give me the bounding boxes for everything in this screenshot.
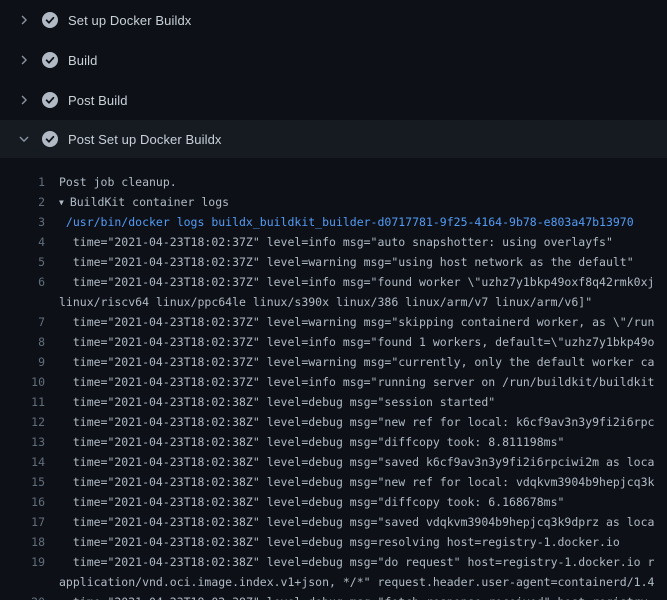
line-number: 15 <box>0 472 45 492</box>
log-line: 20 time="2021-04-23T18:02:38Z" level=deb… <box>0 592 667 600</box>
log-line: 10 time="2021-04-23T18:02:37Z" level=inf… <box>0 372 667 392</box>
check-circle-icon <box>42 131 58 147</box>
step-row-set-up-docker-buildx[interactable]: Set up Docker Buildx <box>0 0 667 40</box>
log-text: time="2021-04-23T18:02:38Z" level=debug … <box>59 552 654 572</box>
log-line: 4 time="2021-04-23T18:02:37Z" level=info… <box>0 232 667 252</box>
chevron-down-icon[interactable] <box>16 131 32 147</box>
log-area: 1 Post job cleanup. 2 ▼BuildKit container l… <box>0 158 667 600</box>
line-number: 17 <box>0 512 45 532</box>
step-label: Set up Docker Buildx <box>68 13 191 28</box>
log-text: linux/riscv64 linux/ppc64le linux/s390x … <box>59 292 592 312</box>
check-circle-icon <box>42 12 58 28</box>
step-label: Build <box>68 53 97 68</box>
group-toggle-icon[interactable]: ▼ <box>59 193 64 212</box>
step-row-post-set-up-docker-buildx[interactable]: Post Set up Docker Buildx <box>0 120 667 158</box>
log-text: time="2021-04-23T18:02:38Z" level=debug … <box>59 532 620 552</box>
log-line: 19 time="2021-04-23T18:02:38Z" level=deb… <box>0 552 667 572</box>
step-label: Post Build <box>68 93 128 108</box>
step-row-build[interactable]: Build <box>0 40 667 80</box>
log-text: application/vnd.oci.image.index.v1+json,… <box>59 572 654 592</box>
log-text: ▼BuildKit container logs <box>59 192 229 212</box>
line-number <box>0 572 45 592</box>
line-number: 9 <box>0 352 45 372</box>
log-line: 1 Post job cleanup. <box>0 172 667 192</box>
log-line: 8 time="2021-04-23T18:02:37Z" level=info… <box>0 332 667 352</box>
chevron-right-icon[interactable] <box>16 52 32 68</box>
log-text: time="2021-04-23T18:02:38Z" level=debug … <box>59 452 654 472</box>
check-circle-icon <box>42 52 58 68</box>
line-number: 20 <box>0 592 45 600</box>
log-line: 17 time="2021-04-23T18:02:38Z" level=deb… <box>0 512 667 532</box>
log-line: 18 time="2021-04-23T18:02:38Z" level=deb… <box>0 532 667 552</box>
log-text: time="2021-04-23T18:02:37Z" level=warnin… <box>59 252 634 272</box>
line-number: 19 <box>0 552 45 572</box>
log-text: time="2021-04-23T18:02:38Z" level=debug … <box>59 472 654 492</box>
log-line: 7 time="2021-04-23T18:02:37Z" level=warn… <box>0 312 667 332</box>
chevron-right-icon[interactable] <box>16 12 32 28</box>
log-text: time="2021-04-23T18:02:38Z" level=debug … <box>59 492 564 512</box>
log-line: 16 time="2021-04-23T18:02:38Z" level=deb… <box>0 492 667 512</box>
line-number: 16 <box>0 492 45 512</box>
log-line: 14 time="2021-04-23T18:02:38Z" level=deb… <box>0 452 667 472</box>
workflow-log-panel: Set up Docker Buildx Build Post Build Post … <box>0 0 667 600</box>
line-number: 10 <box>0 372 45 392</box>
log-text: time="2021-04-23T18:02:38Z" level=debug … <box>59 592 648 600</box>
log-line: application/vnd.oci.image.index.v1+json,… <box>0 572 667 592</box>
line-number: 7 <box>0 312 45 332</box>
step-row-post-build[interactable]: Post Build <box>0 80 667 120</box>
log-text: time="2021-04-23T18:02:38Z" level=debug … <box>59 412 654 432</box>
line-number: 14 <box>0 452 45 472</box>
log-text: time="2021-04-23T18:02:38Z" level=debug … <box>59 392 495 412</box>
log-line: linux/riscv64 linux/ppc64le linux/s390x … <box>0 292 667 312</box>
log-line: 11 time="2021-04-23T18:02:38Z" level=deb… <box>0 392 667 412</box>
log-line: 9 time="2021-04-23T18:02:37Z" level=warn… <box>0 352 667 372</box>
line-number: 5 <box>0 252 45 272</box>
step-label: Post Set up Docker Buildx <box>68 132 222 147</box>
log-line: 6 time="2021-04-23T18:02:37Z" level=info… <box>0 272 667 292</box>
line-number <box>0 292 45 312</box>
line-number: 3 <box>0 212 45 232</box>
log-text: time="2021-04-23T18:02:37Z" level=warnin… <box>59 352 654 372</box>
log-text: time="2021-04-23T18:02:38Z" level=debug … <box>59 512 654 532</box>
line-number: 2 <box>0 192 45 212</box>
log-text: Post job cleanup. <box>59 172 177 192</box>
check-circle-icon <box>42 92 58 108</box>
line-number: 18 <box>0 532 45 552</box>
log-text: time="2021-04-23T18:02:37Z" level=info m… <box>59 372 654 392</box>
log-line-group[interactable]: 2 ▼BuildKit container logs <box>0 192 667 212</box>
line-number: 13 <box>0 432 45 452</box>
log-text: /usr/bin/docker logs buildx_buildkit_bui… <box>59 212 634 232</box>
line-number: 11 <box>0 392 45 412</box>
log-line-command: 3 /usr/bin/docker logs buildx_buildkit_b… <box>0 212 667 232</box>
log-text: time="2021-04-23T18:02:37Z" level=info m… <box>59 332 654 352</box>
line-number: 1 <box>0 172 45 192</box>
log-line: 5 time="2021-04-23T18:02:37Z" level=warn… <box>0 252 667 272</box>
line-number: 6 <box>0 272 45 292</box>
line-number: 8 <box>0 332 45 352</box>
chevron-right-icon[interactable] <box>16 92 32 108</box>
line-number: 12 <box>0 412 45 432</box>
line-number: 4 <box>0 232 45 252</box>
log-text: time="2021-04-23T18:02:37Z" level=warnin… <box>59 312 654 332</box>
log-line: 13 time="2021-04-23T18:02:38Z" level=deb… <box>0 432 667 452</box>
log-line: 12 time="2021-04-23T18:02:38Z" level=deb… <box>0 412 667 432</box>
log-text: time="2021-04-23T18:02:38Z" level=debug … <box>59 432 564 452</box>
log-text: time="2021-04-23T18:02:37Z" level=info m… <box>59 232 613 252</box>
steps-list: Set up Docker Buildx Build Post Build Post … <box>0 0 667 158</box>
log-line: 15 time="2021-04-23T18:02:38Z" level=deb… <box>0 472 667 492</box>
log-text: time="2021-04-23T18:02:37Z" level=info m… <box>59 272 654 292</box>
